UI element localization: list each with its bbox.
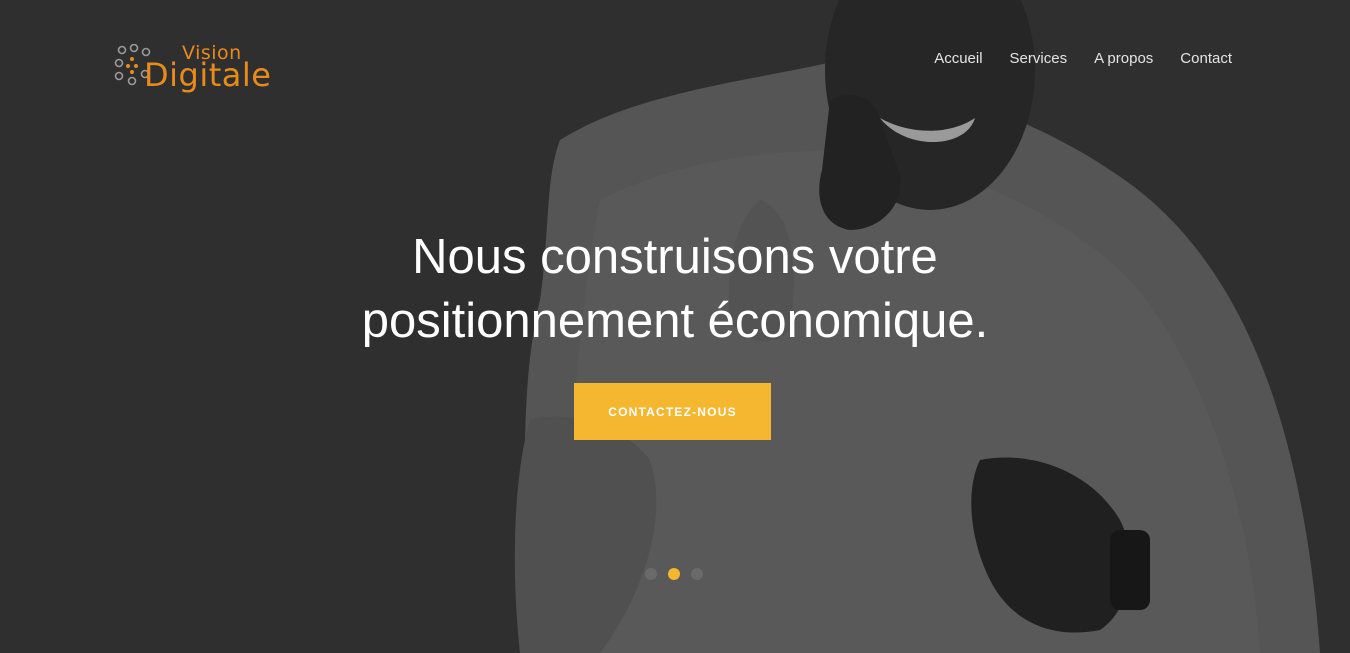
slider-dot-1[interactable] bbox=[645, 568, 657, 580]
slider-dot-3[interactable] bbox=[691, 568, 703, 580]
hero-title-line1: Nous construisons votre bbox=[412, 230, 938, 284]
brand-logo[interactable]: Vision Digitale bbox=[114, 42, 304, 94]
hero-title-line2: positionnement économique. bbox=[361, 294, 989, 348]
site-header: Vision Digitale Accueil Services A propo… bbox=[0, 0, 1350, 120]
nav-item-a-propos[interactable]: A propos bbox=[1094, 50, 1153, 67]
nav-item-accueil[interactable]: Accueil bbox=[934, 50, 982, 67]
main-navigation: Accueil Services A propos Contact bbox=[934, 50, 1232, 67]
brand-name-digitale: Digitale bbox=[144, 56, 272, 94]
slider-dot-2[interactable] bbox=[668, 568, 680, 580]
nav-item-services[interactable]: Services bbox=[1010, 50, 1068, 67]
hero-title: Nous construisons votre positionnement é… bbox=[0, 225, 1350, 353]
contact-us-button[interactable]: CONTACTEZ-NOUS bbox=[574, 383, 771, 440]
nav-item-contact[interactable]: Contact bbox=[1180, 50, 1232, 67]
slider-pagination bbox=[645, 568, 703, 580]
